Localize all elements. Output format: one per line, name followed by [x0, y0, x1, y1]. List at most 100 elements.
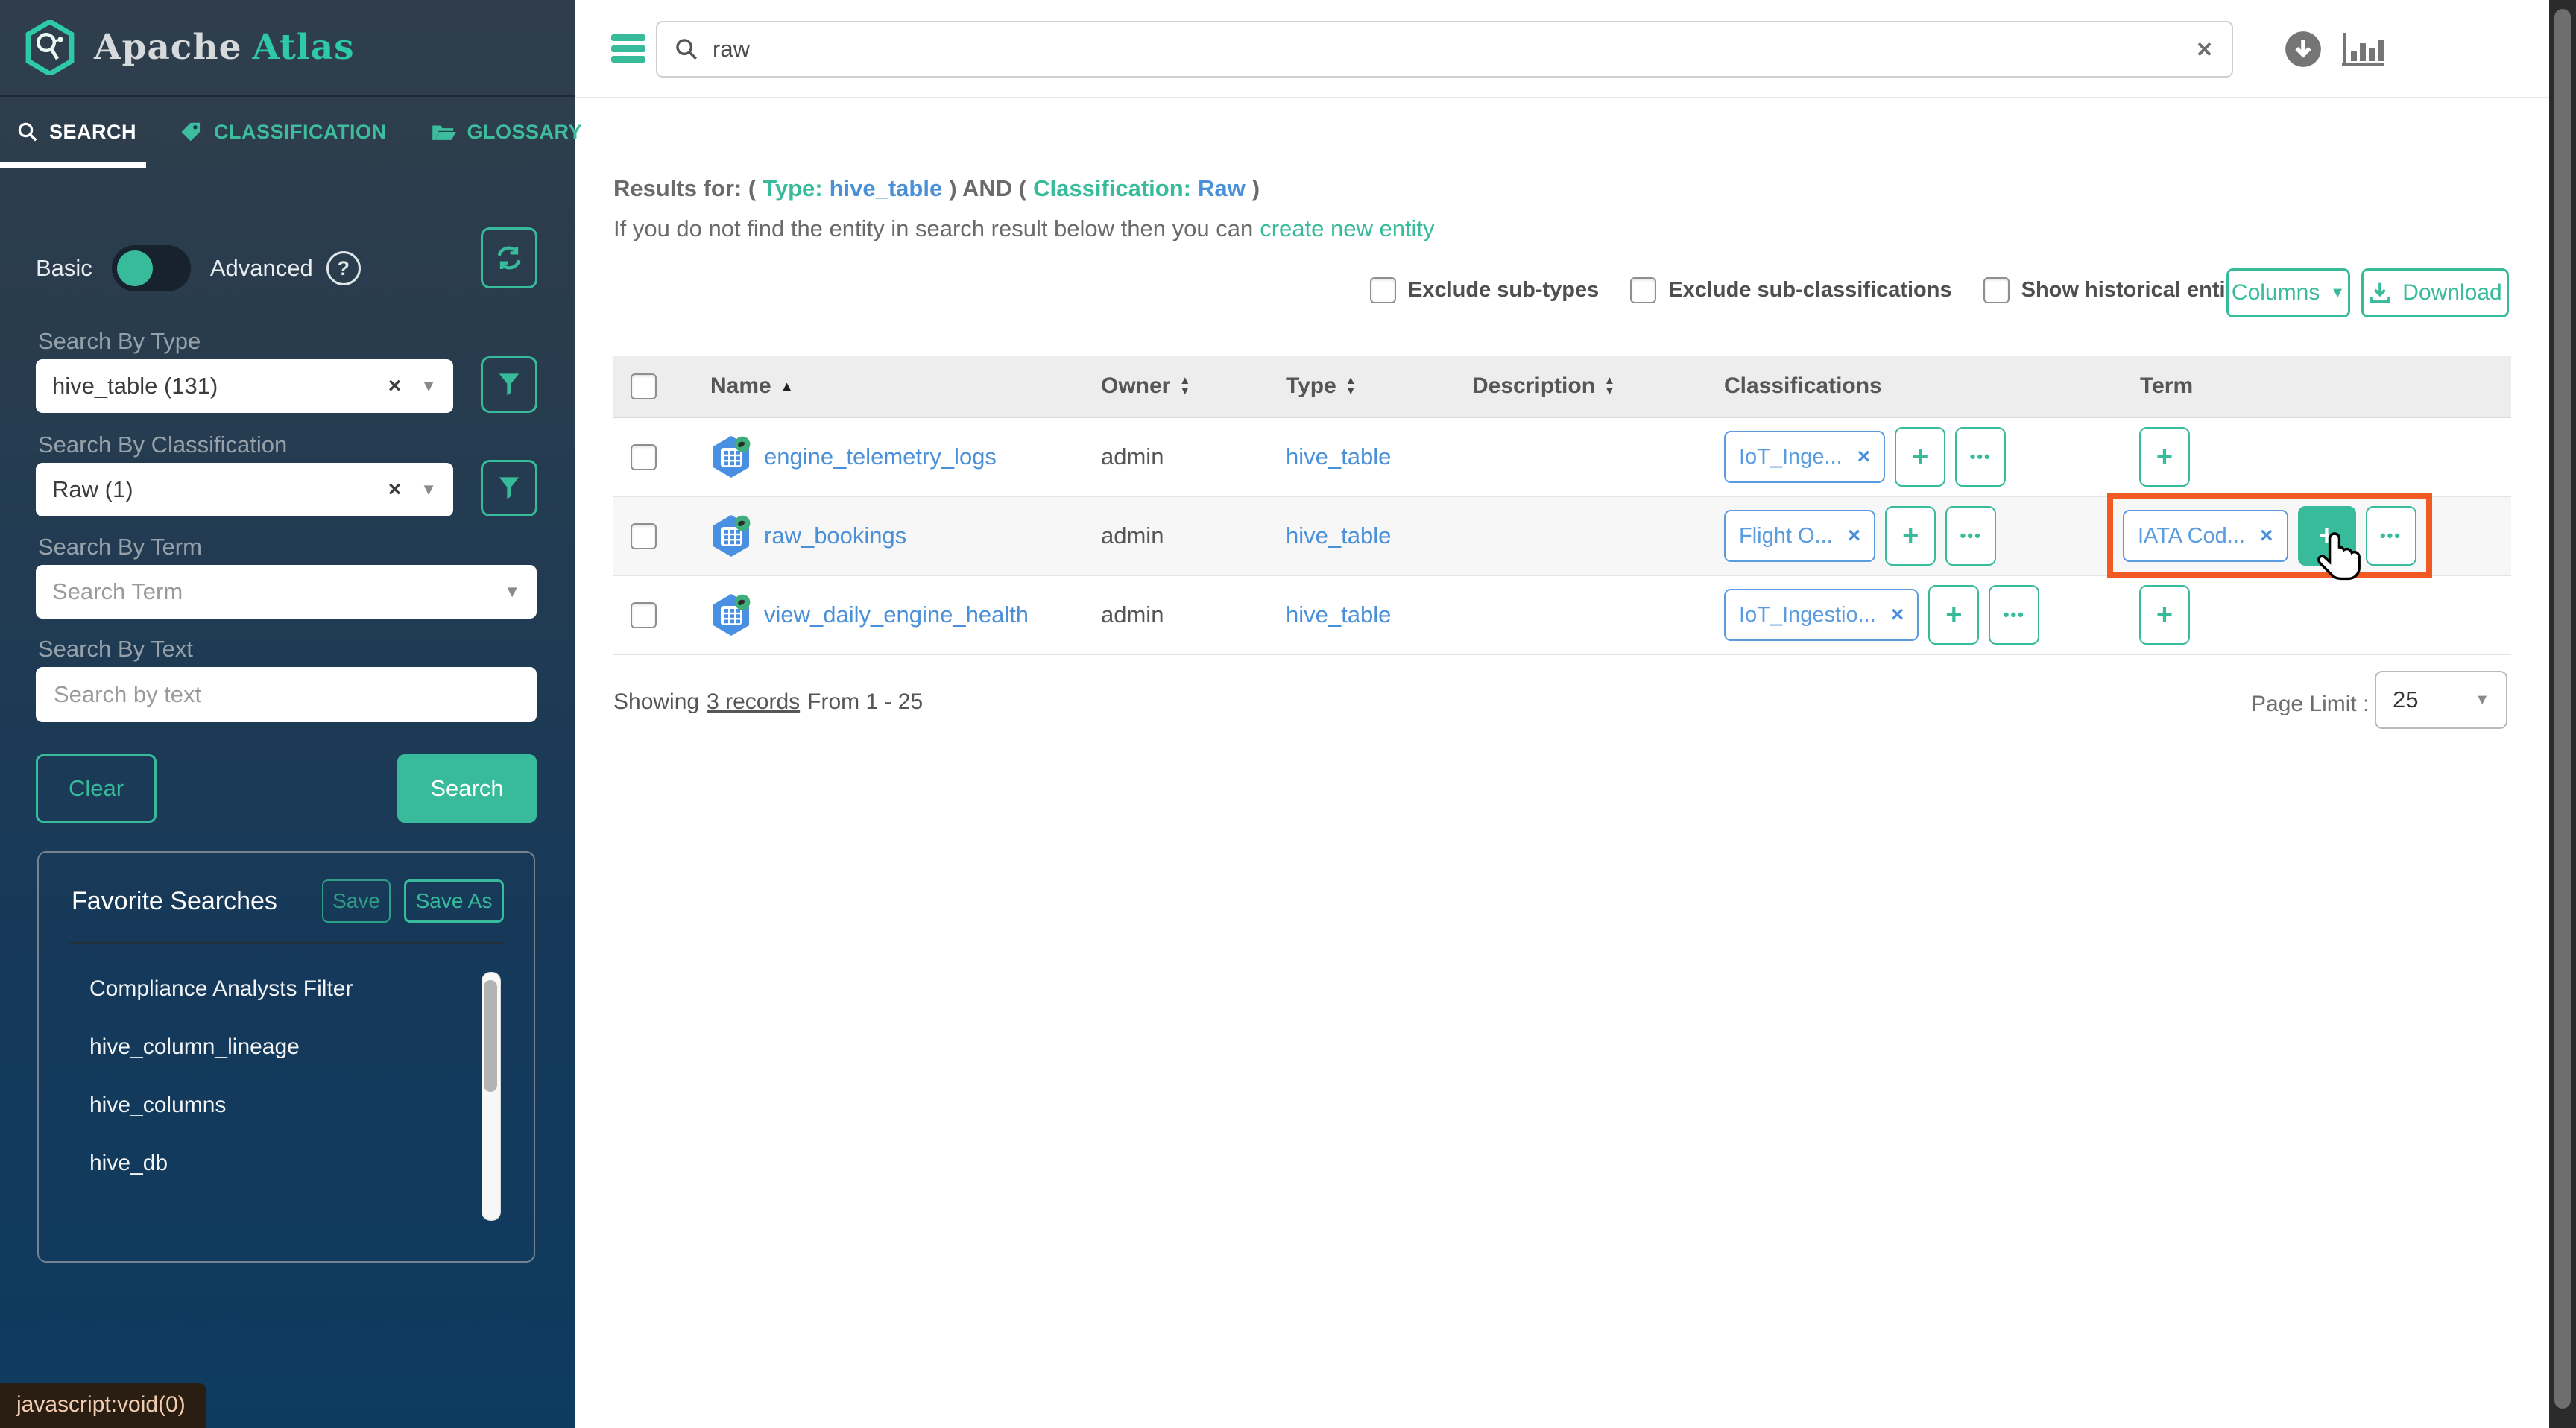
clear-search-icon[interactable]: × — [2197, 34, 2212, 65]
column-header-name[interactable]: Name ▲ — [673, 373, 1061, 399]
results-suffix: ) — [1252, 175, 1260, 201]
entity-type-link[interactable]: hive_table — [1286, 522, 1391, 549]
column-header-type[interactable]: Type ▲▼ — [1251, 373, 1433, 399]
column-header-term: Term — [2097, 373, 2511, 399]
search-by-classification-select[interactable]: Raw (1) × ▼ — [36, 463, 453, 516]
row-checkbox[interactable] — [631, 444, 657, 470]
hive-table-icon — [710, 514, 752, 558]
classification-filter-value[interactable]: Raw — [1198, 175, 1246, 201]
favorites-scrollbar[interactable] — [482, 972, 501, 1221]
table-row: view_daily_engine_health admin hive_tabl… — [613, 576, 2511, 655]
clear-button[interactable]: Clear — [36, 754, 157, 823]
search-by-type-select[interactable]: hive_table (131) × ▼ — [36, 359, 453, 413]
app-logo[interactable]: ApacheAtlas — [0, 0, 575, 97]
add-classification-button[interactable]: + — [1885, 506, 1936, 566]
hive-table-icon — [710, 593, 752, 637]
filter-icon — [498, 476, 520, 500]
records-count-link[interactable]: 3 records — [707, 689, 800, 714]
owner-cell: admin — [1061, 601, 1251, 628]
classification-tag[interactable]: IoT_Inge... × — [1724, 431, 1885, 483]
remove-term-icon[interactable]: × — [2260, 523, 2273, 549]
column-header-owner[interactable]: Owner ▲▼ — [1061, 373, 1251, 399]
quick-search-history-icon[interactable] — [2284, 30, 2323, 72]
remove-classification-icon[interactable]: × — [1857, 444, 1871, 470]
global-search-input[interactable]: raw × — [656, 21, 2233, 78]
more-classifications-button[interactable]: ••• — [1955, 427, 2006, 487]
tab-classification[interactable]: CLASSIFICATION — [180, 121, 387, 144]
add-classification-button[interactable]: + — [1895, 427, 1945, 487]
favorites-save-button[interactable]: Save — [322, 879, 391, 923]
tab-glossary[interactable]: GLOSSARY — [432, 121, 583, 144]
app-title: ApacheAtlas — [94, 27, 355, 68]
clear-type-icon[interactable]: × — [388, 373, 402, 399]
more-classifications-button[interactable]: ••• — [1945, 506, 1996, 566]
active-tab-underline — [0, 162, 146, 168]
exclude-subclassifications-option[interactable]: Exclude sub-classifications — [1630, 277, 1951, 303]
add-term-button[interactable]: + — [2298, 506, 2356, 566]
remove-classification-icon[interactable]: × — [1848, 523, 1861, 549]
type-filter-value[interactable]: hive_table — [830, 175, 943, 201]
favorites-scrollbar-thumb[interactable] — [484, 980, 497, 1092]
more-terms-button[interactable]: ••• — [2366, 506, 2416, 566]
column-header-classifications: Classifications — [1702, 373, 2097, 399]
page-limit-label: Page Limit : — [2251, 692, 2369, 717]
sort-asc-icon: ▲ — [780, 379, 794, 394]
entity-name-link[interactable]: raw_bookings — [764, 522, 906, 549]
results-prefix: Results for: ( — [613, 175, 756, 201]
page-scrollbar[interactable] — [2549, 0, 2576, 1428]
favorite-search-item[interactable]: hive_column_lineage — [39, 1018, 534, 1076]
search-by-text-input[interactable] — [36, 667, 537, 722]
favorite-search-item[interactable]: hive_db — [39, 1134, 534, 1192]
caret-down-icon: ▼ — [420, 376, 437, 396]
add-term-button[interactable]: + — [2139, 427, 2190, 487]
search-query-text: raw — [713, 36, 2197, 63]
help-icon[interactable]: ? — [326, 251, 361, 285]
term-tag[interactable]: IATA Cod... × — [2123, 510, 2288, 562]
create-new-entity-link[interactable]: create new entity — [1260, 215, 1434, 241]
classification-filter-label: Classification: — [1033, 175, 1191, 201]
favorite-search-item[interactable]: Compliance Analysts Filter — [39, 960, 534, 1018]
column-header-description[interactable]: Description ▲▼ — [1433, 373, 1702, 399]
search-button[interactable]: Search — [397, 754, 537, 823]
type-attribute-filter-button[interactable] — [481, 356, 537, 413]
classification-tag[interactable]: IoT_Ingestio... × — [1724, 589, 1919, 641]
tab-search[interactable]: SEARCH — [16, 121, 136, 144]
search-by-text-label: Search By Text — [38, 636, 193, 663]
classification-tag[interactable]: Flight O... × — [1724, 510, 1875, 562]
exclude-subclassifications-checkbox[interactable] — [1630, 277, 1656, 303]
type-filter-label: Type: — [763, 175, 822, 201]
results-table: Name ▲ Owner ▲▼ Type ▲▼ Description ▲▼ C… — [613, 356, 2511, 655]
search-by-term-select[interactable]: Search Term ▼ — [36, 565, 537, 619]
columns-button[interactable]: Columns ▼ — [2226, 268, 2350, 317]
exclude-subtypes-checkbox[interactable] — [1370, 277, 1396, 303]
clear-classification-icon[interactable]: × — [388, 477, 402, 502]
entity-type-link[interactable]: hive_table — [1286, 443, 1391, 470]
classification-attribute-filter-button[interactable] — [481, 460, 537, 516]
entity-name-link[interactable]: view_daily_engine_health — [764, 601, 1029, 628]
favorites-save-as-button[interactable]: Save As — [404, 879, 504, 923]
exclude-subtypes-option[interactable]: Exclude sub-types — [1370, 277, 1599, 303]
show-historical-checkbox[interactable] — [1983, 277, 2010, 303]
topbar: raw × admin — [575, 0, 2549, 98]
add-term-button[interactable]: + — [2139, 585, 2190, 645]
entity-type-link[interactable]: hive_table — [1286, 601, 1391, 628]
type-value: hive_table (131) — [52, 373, 388, 399]
download-button[interactable]: Download — [2361, 268, 2509, 317]
row-checkbox[interactable] — [631, 602, 657, 628]
entity-name-link[interactable]: engine_telemetry_logs — [764, 443, 997, 470]
page-limit-select[interactable]: 25 ▼ — [2375, 671, 2507, 729]
add-classification-button[interactable]: + — [1928, 585, 1979, 645]
favorite-search-item[interactable]: hive_columns — [39, 1076, 534, 1134]
basic-advanced-toggle[interactable] — [112, 245, 191, 291]
show-historical-option[interactable]: Show historical entities — [1983, 277, 2263, 303]
menu-icon[interactable] — [611, 34, 645, 63]
more-classifications-button[interactable]: ••• — [1989, 585, 2039, 645]
statistics-icon[interactable] — [2342, 31, 2384, 72]
refresh-button[interactable] — [481, 227, 537, 288]
page-scrollbar-thumb[interactable] — [2554, 9, 2571, 1409]
select-all-checkbox[interactable] — [631, 373, 657, 399]
row-checkbox[interactable] — [631, 523, 657, 549]
results-and: ) AND ( — [949, 175, 1026, 201]
sort-icon: ▲▼ — [1345, 376, 1357, 397]
remove-classification-icon[interactable]: × — [1891, 602, 1904, 628]
